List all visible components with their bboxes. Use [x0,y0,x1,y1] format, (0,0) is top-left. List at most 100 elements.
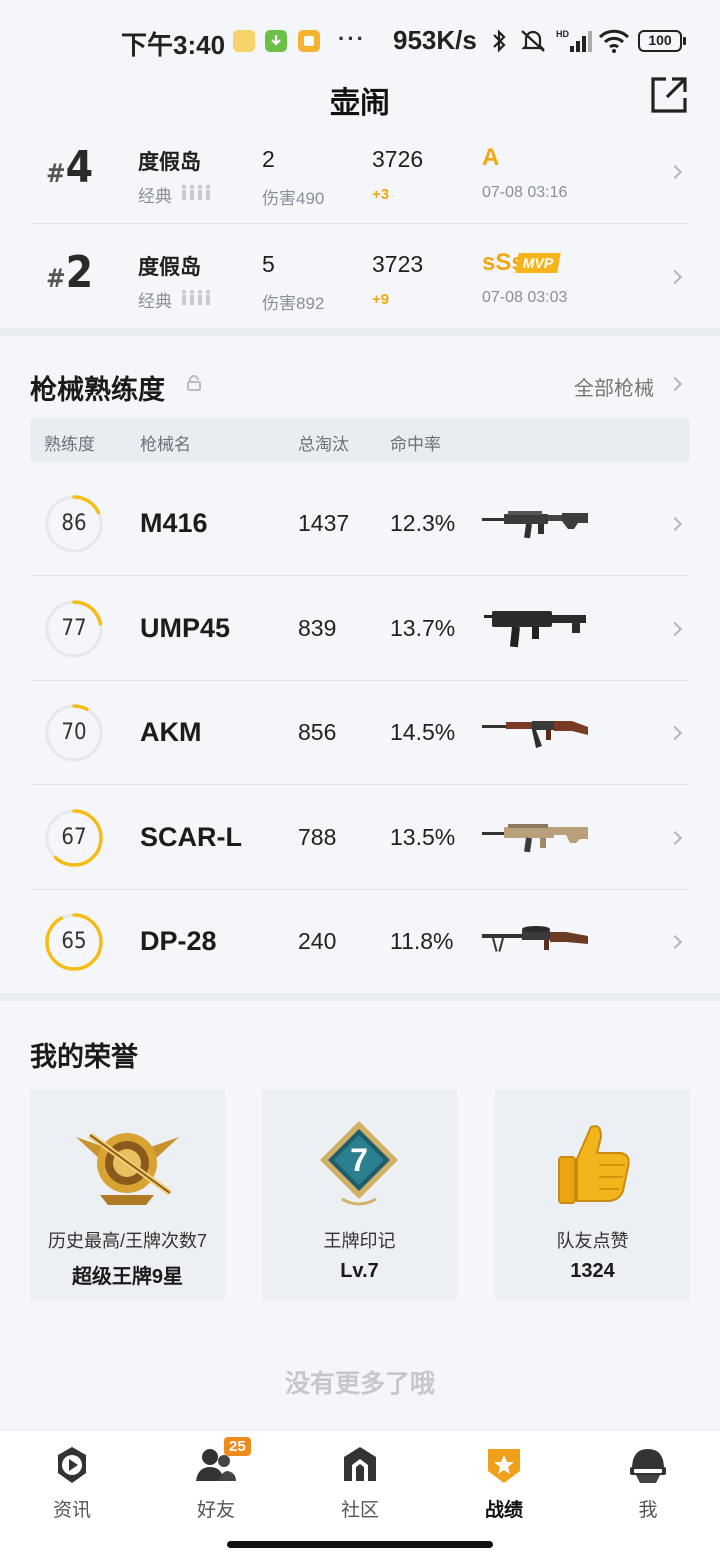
mute-icon [521,30,545,52]
mastery-value: 86 [61,511,87,536]
weapon-accuracy: 14.5% [390,719,456,745]
nav-label: 我 [638,1500,658,1521]
ace-mark-icon: 7 [320,1121,398,1206]
honor-value: Lv.7 [340,1260,379,1282]
match-kills: 5 [262,251,275,277]
record-shield-icon [488,1449,520,1483]
honor-value: 超级王牌9星 [71,1266,184,1288]
weapon-name: UMP45 [140,613,231,643]
ace-mark-number: 7 [350,1142,368,1178]
nav-community[interactable]: 社区 [288,1431,432,1531]
nav-news[interactable]: 资讯 [0,1431,144,1531]
battery-icon: 100 [638,30,686,52]
nav-label: 战绩 [484,1500,523,1521]
weapon-kills: 1437 [298,510,350,536]
match-row[interactable]: #2 度假岛 经典 5 伤害892 3723 +9 sSs MVP 07-08 … [30,225,690,329]
weapon-row[interactable]: 70 AKM 856 14.5% [30,681,690,785]
weapon-row[interactable]: 65 DP-28 240 11.8% [30,890,690,994]
m416-rifle-image [482,511,588,539]
weapons-table-header: 熟练度 枪械名 总淘汰 命中率 [30,418,690,462]
lock-icon [187,375,201,391]
weapon-accuracy: 12.3% [390,510,456,536]
match-map: 度假岛 [138,256,201,279]
home-indicator [227,1541,493,1548]
match-map: 度假岛 [138,151,201,174]
chevron-right-icon [667,164,683,180]
weapon-kills: 856 [298,719,337,745]
match-kills: 2 [262,146,275,172]
calendar-app-icon [233,30,255,52]
header-weapon-name: 枪械名 [140,435,191,454]
honor-card-likes[interactable]: 队友点赞 1324 [495,1089,690,1301]
weapon-kills: 788 [298,824,337,850]
match-score: 3726 [372,146,424,172]
match-mode: 经典 [138,187,172,206]
match-date: 07-08 03:16 [482,184,568,201]
match-damage: 伤害892 [262,294,325,313]
ace-emblem-icon [76,1132,179,1205]
svg-text:HD: HD [556,29,569,39]
ump45-smg-image [484,611,586,648]
header-mastery: 熟练度 [44,435,95,454]
nav-me[interactable]: 我 [576,1431,720,1531]
weapon-kills: 839 [298,615,337,641]
honor-card-ace-mark[interactable]: 7 王牌印记 Lv.7 [262,1089,457,1301]
chevron-right-icon [667,376,683,392]
weapon-name: SCAR-L [140,822,242,852]
bluetooth-icon [493,29,506,53]
section-divider [0,993,720,1001]
news-play-icon [58,1447,86,1483]
weapon-kills: 240 [298,928,337,954]
all-weapons-link[interactable]: 全部枪械 [574,372,654,401]
header-total-kills: 总淘汰 [298,435,349,454]
chevron-right-icon [667,725,683,741]
chevron-right-icon [667,516,683,532]
match-row[interactable]: #4 度假岛 经典 2 伤害490 3726 +3 A 07-08 03:16 [30,120,690,224]
weapon-row[interactable]: 86 M416 1437 12.3% [30,472,690,576]
chevron-right-icon [667,830,683,846]
match-grade: A [482,144,500,171]
status-bar: 下午3:40 ··· 953K/s HD 100 [0,0,720,80]
weapon-row[interactable]: 67 SCAR-L 788 13.5% [30,786,690,890]
profile-helmet-icon [630,1449,666,1483]
match-score: 3723 [372,251,424,277]
honor-label: 王牌印记 [323,1231,396,1251]
weapon-row[interactable]: 77 UMP45 839 13.7% [30,577,690,681]
nav-records[interactable]: 战绩 [432,1431,576,1531]
status-time: 下午3:40 [121,30,226,60]
all-weapons-label: 全部枪械 [574,378,654,400]
mvp-badge: MVP [515,253,562,273]
notes-app-icon [298,30,320,52]
thumbs-up-icon [558,1125,630,1204]
weapon-name: DP-28 [140,926,217,956]
chevron-right-icon [667,934,683,950]
hd-signal-icon: HD [556,29,592,52]
header-accuracy: 命中率 [390,435,441,454]
scar-l-rifle-image [482,824,588,853]
chevron-right-icon [667,269,683,285]
nav-friends[interactable]: 25 好友 [144,1431,288,1531]
chevron-right-icon [667,621,683,637]
match-date: 07-08 03:03 [482,289,568,306]
weapon-name: M416 [140,508,208,538]
honor-card-ace[interactable]: 历史最高/王牌次数7 超级王牌9星 [30,1089,225,1301]
more-status-icons: ··· [338,26,366,51]
dp28-lmg-image [482,926,588,952]
section-divider [0,328,720,336]
nav-label: 好友 [196,1500,235,1521]
weapons-section-title: 枪械熟练度 [30,375,165,405]
mastery-value: 70 [61,720,87,745]
download-icon [265,30,287,52]
wifi-icon [598,29,630,53]
mastery-value: 65 [61,929,87,954]
network-speed: 953K/s [393,25,477,55]
weapon-name: AKM [140,717,202,747]
match-damage: 伤害490 [262,189,325,208]
weapon-accuracy: 11.8% [390,928,454,954]
friends-badge: 25 [224,1437,251,1456]
honors-section-title: 我的荣誉 [30,1042,138,1072]
share-export-icon[interactable] [650,76,688,114]
squad-icon [181,184,211,200]
nav-label: 资讯 [52,1500,91,1521]
match-score-delta: +9 [372,291,390,308]
